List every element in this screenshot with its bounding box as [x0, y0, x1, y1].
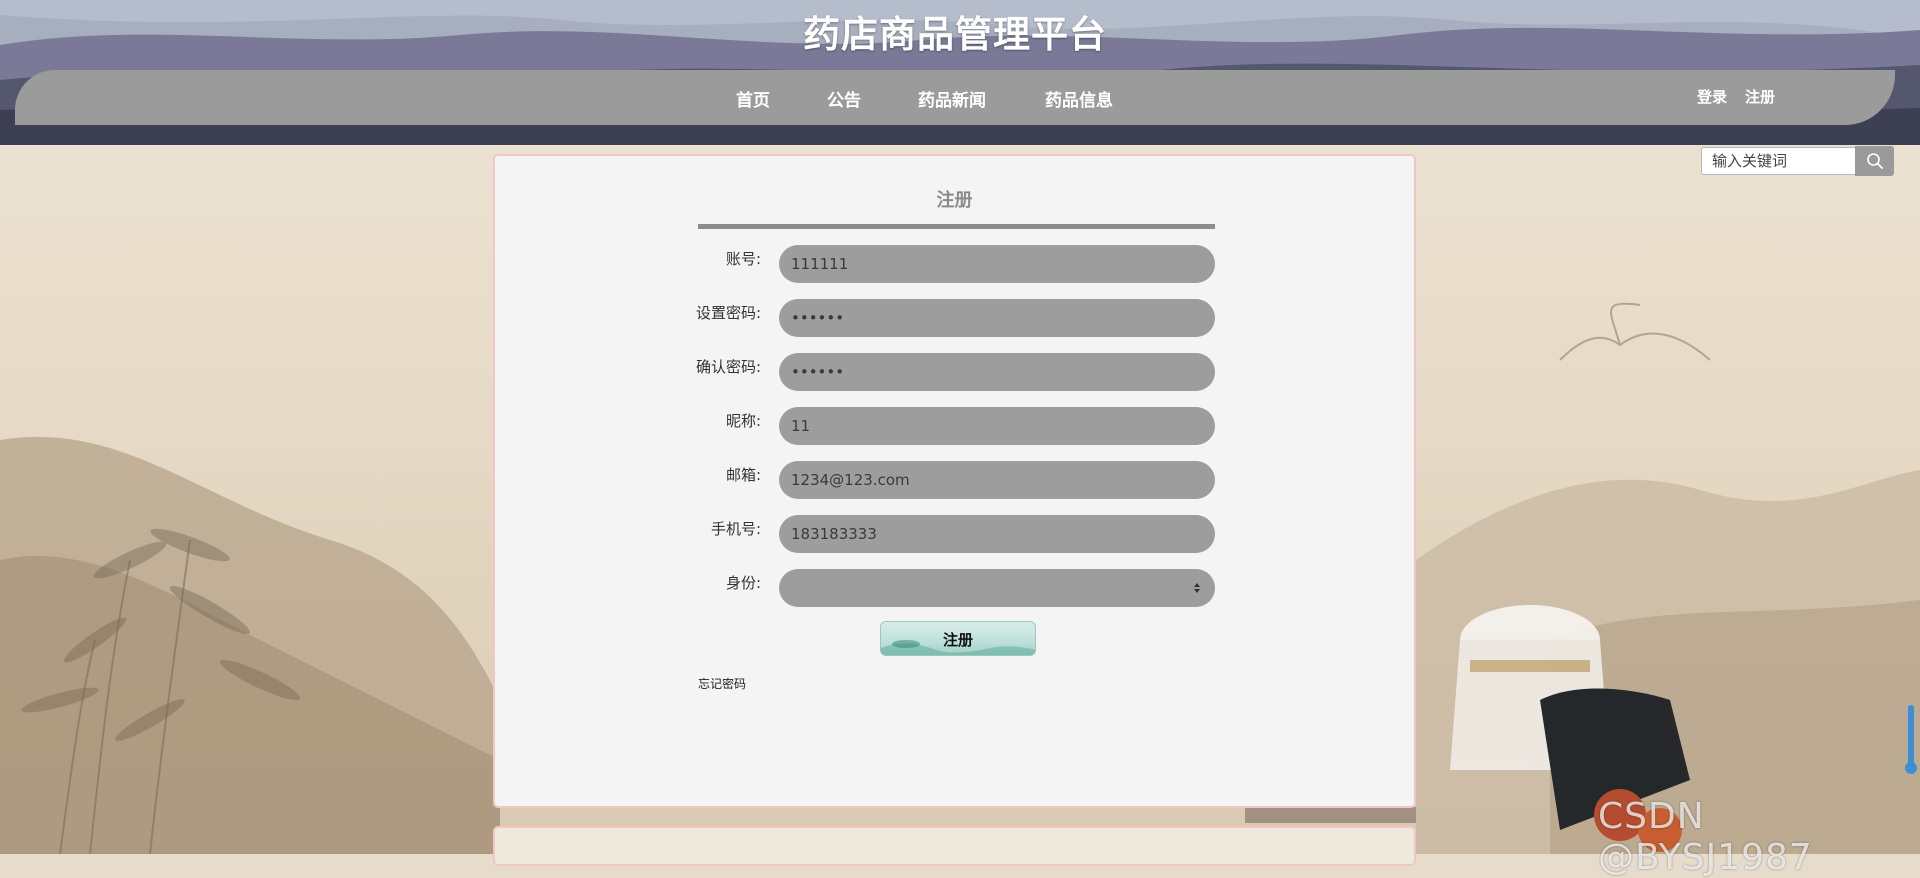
scrollbar-knob[interactable] — [1905, 762, 1917, 774]
password-input[interactable] — [779, 299, 1215, 337]
role-select[interactable] — [779, 569, 1215, 607]
email-label: 邮箱: — [725, 466, 761, 484]
register-submit-button[interactable]: 注册 — [880, 621, 1036, 656]
nav-home[interactable]: 首页 — [736, 86, 770, 111]
watermark-text: CSDN @BYSJ1987 — [1598, 796, 1813, 878]
search-box — [1701, 146, 1894, 177]
forgot-password-link[interactable]: 忘记密码 — [698, 675, 746, 692]
confirm-password-label: 确认密码: — [695, 358, 761, 376]
password-label: 设置密码: — [695, 304, 761, 322]
register-panel: 注册 账号: 设置密码: 确认密码: 昵称: 邮箱: 手机号: 身份: — [493, 154, 1416, 808]
form-row-email: 邮箱: — [495, 461, 1414, 499]
form-row-account: 账号: — [495, 245, 1414, 283]
form-row-password: 设置密码: — [495, 299, 1414, 337]
search-button[interactable] — [1855, 146, 1894, 176]
register-link[interactable]: 注册 — [1745, 86, 1775, 107]
select-arrows-icon — [1194, 583, 1200, 593]
main-navbar: 首页 公告 药品新闻 药品信息 登录 注册 — [15, 70, 1895, 125]
nav-drug-info[interactable]: 药品信息 — [1045, 86, 1113, 111]
site-title: 药店商品管理平台 — [803, 13, 1107, 56]
form-title: 注册 — [936, 190, 973, 211]
email-input[interactable] — [779, 461, 1215, 499]
phone-label: 手机号: — [710, 520, 761, 538]
account-input[interactable] — [779, 245, 1215, 283]
nav-drug-news[interactable]: 药品新闻 — [918, 86, 986, 111]
site-header: 药店商品管理平台 首页 公告 药品新闻 药品信息 登录 注册 — [0, 0, 1920, 145]
search-input[interactable] — [1701, 147, 1855, 175]
account-label: 账号: — [725, 250, 761, 268]
nickname-label: 昵称: — [725, 412, 761, 430]
form-row-phone: 手机号: — [495, 515, 1414, 553]
role-label: 身份: — [725, 574, 761, 592]
register-submit-label: 注册 — [942, 631, 973, 649]
login-link[interactable]: 登录 — [1697, 86, 1727, 107]
lower-panel — [493, 826, 1416, 866]
title-divider — [698, 224, 1215, 229]
confirm-password-input[interactable] — [779, 353, 1215, 391]
nickname-input[interactable] — [779, 407, 1215, 445]
form-row-role: 身份: — [495, 569, 1414, 607]
form-row-confirm-password: 确认密码: — [495, 353, 1414, 391]
scrollbar-thumb[interactable] — [1908, 705, 1914, 767]
form-row-nickname: 昵称: — [495, 407, 1414, 445]
search-icon — [1866, 153, 1883, 169]
nav-announcements[interactable]: 公告 — [827, 86, 861, 111]
phone-input[interactable] — [779, 515, 1215, 553]
